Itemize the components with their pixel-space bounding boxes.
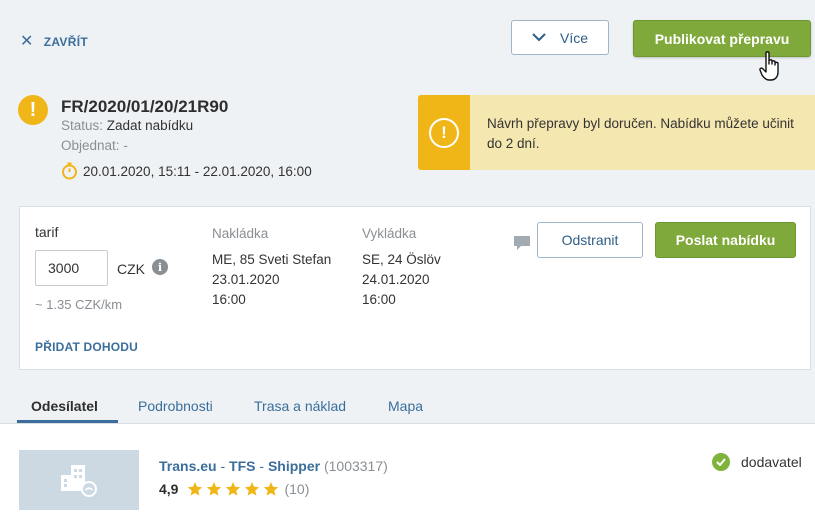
active-tab-indicator	[17, 420, 118, 423]
star-icon	[188, 482, 203, 496]
supplier-badge: dodavatel	[712, 453, 802, 471]
loading-info: Nakládka ME, 85 Sveti Stefan 23.01.2020 …	[212, 224, 331, 310]
building-icon	[61, 465, 97, 497]
send-offer-label: Poslat nabídku	[675, 232, 776, 248]
status-label: Status:	[61, 118, 104, 133]
company-logo	[19, 450, 139, 510]
remove-button[interactable]: Odstranit	[537, 222, 643, 258]
top-bar: ✕ ZAVŘÍT Více Publikovat přepravu	[0, 0, 815, 80]
date-range: 20.01.2020, 15:11 - 22.01.2020, 16:00	[83, 163, 312, 179]
chevron-down-icon	[532, 33, 546, 42]
order-id: FR/2020/01/20/21R90	[61, 97, 229, 116]
ordered-value: -	[123, 138, 128, 153]
ordered-label: Objednat:	[61, 138, 120, 153]
order-status: Status: Zadat nabídku	[61, 118, 193, 133]
loading-label: Nakládka	[212, 226, 269, 241]
offer-panel: tarif CZK i ~ 1.35 CZK/km PŘIDAT DOHODU …	[19, 206, 811, 370]
tab-route-cargo[interactable]: Trasa a náklad	[254, 398, 346, 414]
company-link-tfs[interactable]: TFS	[229, 458, 255, 474]
company-link-transeu[interactable]: Trans.eu	[159, 458, 217, 474]
currency-label: CZK	[117, 261, 145, 277]
send-offer-button[interactable]: Poslat nabídku	[655, 222, 796, 258]
price-per-km: ~ 1.35 CZK/km	[35, 297, 123, 312]
tab-sender[interactable]: Odesílatel	[31, 398, 98, 414]
tab-map[interactable]: Mapa	[388, 398, 423, 414]
star-icon	[264, 482, 279, 496]
order-ordered: Objednat: -	[61, 138, 128, 153]
tarif-label: tarif	[35, 224, 59, 240]
comment-icon[interactable]	[513, 235, 531, 251]
more-label: Více	[559, 29, 588, 46]
loading-time: 16:00	[212, 292, 246, 307]
supplier-label: dodavatel	[741, 454, 802, 470]
info-icon[interactable]: i	[152, 259, 168, 275]
notice-banner: ! Návrh přepravy byl doručen. Nabídku mů…	[418, 95, 815, 170]
remove-label: Odstranit	[561, 232, 619, 248]
unloading-time: 16:00	[362, 292, 396, 307]
close-icon: ✕	[20, 33, 34, 50]
add-deal-link[interactable]: PŘIDAT DOHODU	[35, 340, 138, 354]
notice-text: Návrh přepravy byl doručen. Nabídku může…	[487, 116, 794, 151]
unloading-date: 24.01.2020	[362, 272, 430, 287]
alert-icon: !	[429, 117, 459, 148]
company-id: (1003317)	[323, 458, 388, 474]
star-icon	[226, 482, 241, 496]
unloading-info: Vykládka SE, 24 Öslöv 24.01.2020 16:00	[362, 224, 441, 310]
company-rating: 4,9 (10)	[159, 481, 309, 497]
status-value: Zadat nabídku	[106, 118, 194, 133]
shipper-card: Trans.eu - TFS - Shipper (1003317) 4,9 (…	[0, 424, 815, 528]
loading-date: 23.01.2020	[212, 272, 280, 287]
company-name: Trans.eu - TFS - Shipper (1003317)	[159, 458, 388, 474]
hand-pointer-cursor-icon	[759, 51, 779, 81]
loading-place: ME, 85 Sveti Stefan	[212, 252, 332, 267]
publish-label: Publikovat přepravu	[654, 30, 790, 47]
tab-details[interactable]: Podrobnosti	[138, 398, 213, 414]
more-button[interactable]: Více	[511, 20, 609, 55]
notice-icon-box: !	[418, 95, 470, 170]
star-icon	[245, 482, 260, 496]
close-button[interactable]: ✕ ZAVŘÍT	[20, 34, 88, 50]
review-count: (10)	[284, 481, 310, 497]
order-dates: 20.01.2020, 15:11 - 22.01.2020, 16:00	[61, 162, 312, 180]
company-link-shipper[interactable]: Shipper	[268, 458, 320, 474]
warning-icon: !	[18, 95, 48, 125]
star-icon	[207, 482, 222, 496]
unloading-place: SE, 24 Öslöv	[362, 252, 441, 267]
stopwatch-icon	[62, 162, 77, 180]
unloading-label: Vykládka	[362, 226, 417, 241]
check-icon	[712, 453, 730, 471]
tarif-input[interactable]	[35, 250, 108, 286]
rating-value: 4,9	[159, 481, 179, 497]
tab-bar: Odesílatel Podrobnosti Trasa a náklad Ma…	[0, 392, 815, 424]
close-label: ZAVŘÍT	[43, 35, 88, 49]
